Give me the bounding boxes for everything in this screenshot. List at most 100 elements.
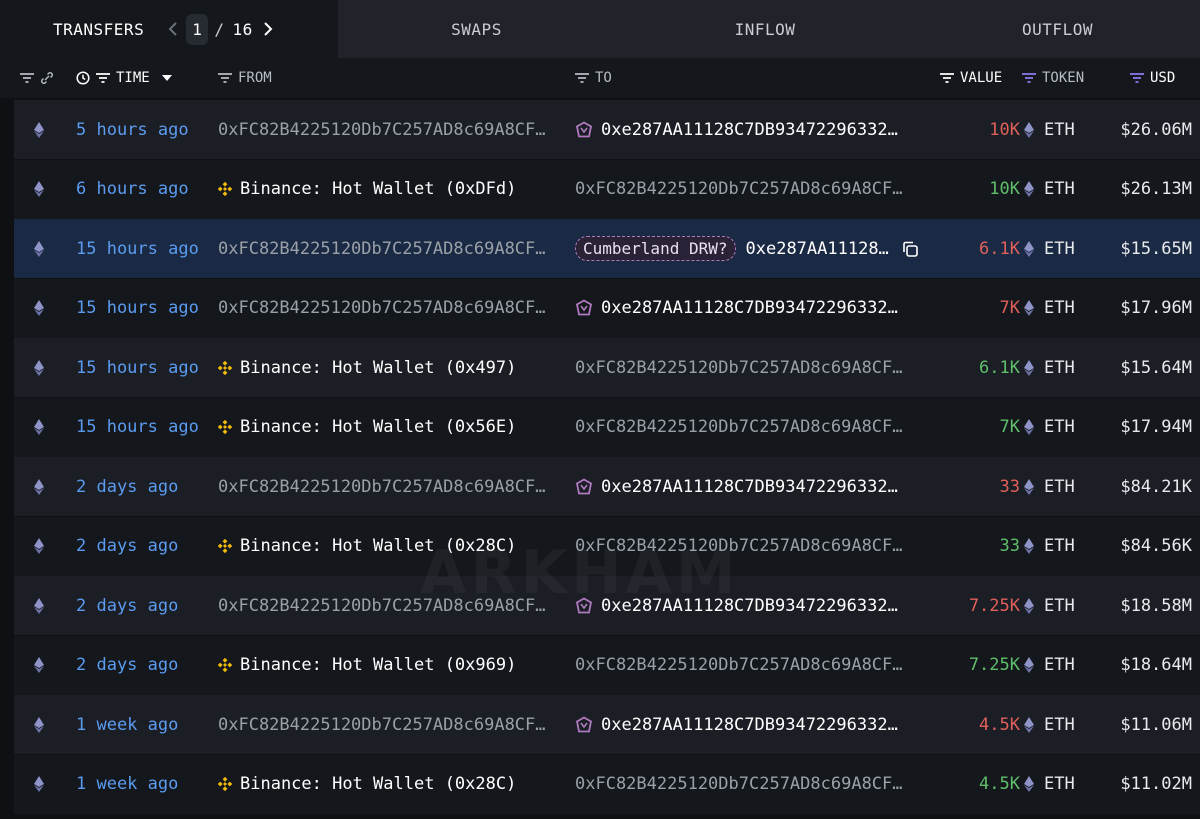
- filter-icon[interactable]: [1130, 73, 1144, 83]
- binance-icon: [218, 182, 232, 196]
- token-cell[interactable]: ETH: [1024, 517, 1075, 576]
- ethereum-icon: [1024, 597, 1034, 614]
- table-row[interactable]: 15 hours ago Binance: Hot Wallet (0x497)…: [14, 338, 1200, 397]
- token-cell[interactable]: ETH: [1024, 338, 1075, 397]
- filter-icon[interactable]: [575, 73, 589, 83]
- to-address[interactable]: 0xFC82B4225120Db7C257AD8c69A8CF…: [575, 417, 903, 437]
- from-entity[interactable]: Binance: Hot Wallet (0x969): [218, 655, 516, 675]
- to-entity[interactable]: 0xe287AA11128C7DB93472296332…: [575, 120, 898, 140]
- from-address[interactable]: 0xFC82B4225120Db7C257AD8c69A8CF…: [218, 596, 546, 616]
- entity-tag[interactable]: Cumberland DRW?: [575, 236, 736, 261]
- token-label: ETH: [1044, 119, 1075, 140]
- time-cell[interactable]: 1 week ago: [76, 695, 178, 754]
- from-address[interactable]: 0xFC82B4225120Db7C257AD8c69A8CF…: [218, 298, 546, 318]
- from-entity[interactable]: Binance: Hot Wallet (0x28C): [218, 536, 516, 556]
- time-cell[interactable]: 15 hours ago: [76, 338, 199, 397]
- time-cell[interactable]: 2 days ago: [76, 576, 178, 635]
- table-row[interactable]: 6 hours ago Binance: Hot Wallet (0xDFd) …: [14, 159, 1200, 219]
- to-address[interactable]: 0xFC82B4225120Db7C257AD8c69A8CF…: [575, 655, 903, 675]
- table-row[interactable]: 15 hours ago 0xFC82B4225120Db7C257AD8c69…: [14, 278, 1200, 338]
- chevron-left-icon[interactable]: [164, 20, 182, 38]
- time-cell[interactable]: 6 hours ago: [76, 160, 189, 219]
- ethereum-icon: [34, 181, 44, 197]
- time-cell[interactable]: 15 hours ago: [76, 219, 199, 278]
- filter-icon[interactable]: [20, 73, 34, 83]
- table-row[interactable]: 2 days ago Binance: Hot Wallet (0x28C) 0…: [14, 516, 1200, 576]
- time-cell[interactable]: 2 days ago: [76, 636, 178, 695]
- token-cell[interactable]: ETH: [1024, 576, 1075, 635]
- from-entity[interactable]: Binance: Hot Wallet (0xDFd): [218, 179, 516, 199]
- to-entity[interactable]: 0xe287AA11128C7DB93472296332…: [575, 477, 898, 497]
- time-cell[interactable]: 15 hours ago: [76, 279, 199, 338]
- to-address[interactable]: 0xFC82B4225120Db7C257AD8c69A8CF…: [575, 774, 903, 794]
- usd-cell: $11.02M: [1120, 774, 1192, 794]
- token-label: ETH: [1044, 714, 1075, 735]
- to-cell: 0xe287AA11128C7DB93472296332…: [575, 279, 920, 338]
- to-entity[interactable]: 0xe287AA11128C7DB93472296332…: [575, 298, 898, 318]
- time-cell[interactable]: 1 week ago: [76, 755, 178, 814]
- token-cell[interactable]: ETH: [1024, 279, 1075, 338]
- from-address[interactable]: 0xFC82B4225120Db7C257AD8c69A8CF…: [218, 239, 546, 259]
- binance-icon: [218, 777, 232, 791]
- token-cell[interactable]: ETH: [1024, 100, 1075, 159]
- chevron-right-icon[interactable]: [259, 20, 277, 38]
- table-row[interactable]: 15 hours ago Binance: Hot Wallet (0x56E)…: [14, 397, 1200, 457]
- value-column-header[interactable]: VALUE: [940, 58, 1002, 98]
- to-address[interactable]: 0xe287AA11128…: [746, 239, 889, 259]
- sort-desc-icon[interactable]: [161, 75, 172, 81]
- time-column-header[interactable]: TIME: [76, 58, 172, 98]
- time-cell[interactable]: 2 days ago: [76, 517, 178, 576]
- table-row[interactable]: 1 week ago Binance: Hot Wallet (0x28C) 0…: [14, 754, 1200, 814]
- token-column-header[interactable]: TOKEN: [1022, 58, 1084, 98]
- from-entity[interactable]: Binance: Hot Wallet (0x28C): [218, 774, 516, 794]
- copy-icon[interactable]: [901, 240, 919, 258]
- token-cell[interactable]: ETH: [1024, 219, 1075, 278]
- from-address[interactable]: 0xFC82B4225120Db7C257AD8c69A8CF…: [218, 120, 546, 140]
- to-entity[interactable]: 0xe287AA11128C7DB93472296332…: [575, 715, 898, 735]
- to-entity[interactable]: 0xe287AA11128C7DB93472296332…: [575, 596, 898, 616]
- from-address[interactable]: 0xFC82B4225120Db7C257AD8c69A8CF…: [218, 477, 546, 497]
- link-icon[interactable]: [40, 71, 54, 85]
- from-entity[interactable]: Binance: Hot Wallet (0x497): [218, 358, 516, 378]
- token-cell[interactable]: ETH: [1024, 160, 1075, 219]
- token-cell[interactable]: ETH: [1024, 695, 1075, 754]
- page-current[interactable]: 1: [186, 13, 209, 45]
- table-row[interactable]: 2 days ago 0xFC82B4225120Db7C257AD8c69A8…: [14, 576, 1200, 635]
- token-cell[interactable]: ETH: [1024, 398, 1075, 457]
- usd-cell: $84.21K: [1120, 476, 1192, 497]
- to-address[interactable]: 0xFC82B4225120Db7C257AD8c69A8CF…: [575, 536, 903, 556]
- filter-icon[interactable]: [218, 73, 232, 83]
- chain-cell: [34, 100, 48, 159]
- from-entity[interactable]: Binance: Hot Wallet (0x56E): [218, 417, 516, 437]
- filter-icon[interactable]: [1022, 73, 1036, 83]
- table-row[interactable]: 2 days ago 0xFC82B4225120Db7C257AD8c69A8…: [14, 457, 1200, 516]
- from-column-header[interactable]: FROM: [218, 58, 272, 98]
- ethereum-icon: [1024, 419, 1034, 435]
- token-cell[interactable]: ETH: [1024, 457, 1075, 516]
- token-cell[interactable]: ETH: [1024, 636, 1075, 695]
- table-row[interactable]: 2 days ago Binance: Hot Wallet (0x969) 0…: [14, 635, 1200, 695]
- filter-icon[interactable]: [940, 73, 954, 83]
- table-row[interactable]: 5 hours ago 0xFC82B4225120Db7C257AD8c69A…: [14, 100, 1200, 159]
- from-cell: 0xFC82B4225120Db7C257AD8c69A8CF…: [218, 219, 558, 278]
- tab-swaps[interactable]: SWAPS: [338, 0, 615, 58]
- value-cell: 7K: [999, 298, 1020, 318]
- time-cell[interactable]: 5 hours ago: [76, 100, 189, 159]
- tab-inflow-label: INFLOW: [734, 19, 796, 39]
- tab-outflow[interactable]: OUTFLOW: [915, 0, 1200, 58]
- to-address[interactable]: 0xFC82B4225120Db7C257AD8c69A8CF…: [575, 179, 903, 199]
- from-address[interactable]: 0xFC82B4225120Db7C257AD8c69A8CF…: [218, 715, 546, 735]
- usd-cell: $15.64M: [1120, 357, 1192, 378]
- token-cell[interactable]: ETH: [1024, 755, 1075, 814]
- time-cell[interactable]: 15 hours ago: [76, 398, 199, 457]
- table-row[interactable]: 1 week ago 0xFC82B4225120Db7C257AD8c69A8…: [14, 695, 1200, 754]
- to-address[interactable]: 0xFC82B4225120Db7C257AD8c69A8CF…: [575, 358, 903, 378]
- tab-inflow[interactable]: INFLOW: [615, 0, 915, 58]
- to-column-header[interactable]: TO: [575, 58, 612, 98]
- filter-icon[interactable]: [96, 73, 110, 83]
- value-column-label: VALUE: [960, 70, 1003, 86]
- table-row[interactable]: 15 hours ago 0xFC82B4225120Db7C257AD8c69…: [14, 219, 1200, 278]
- tab-transfers[interactable]: TRANSFERS 1 / 16: [0, 0, 338, 58]
- time-cell[interactable]: 2 days ago: [76, 457, 178, 516]
- usd-column-header[interactable]: USD: [1130, 58, 1175, 98]
